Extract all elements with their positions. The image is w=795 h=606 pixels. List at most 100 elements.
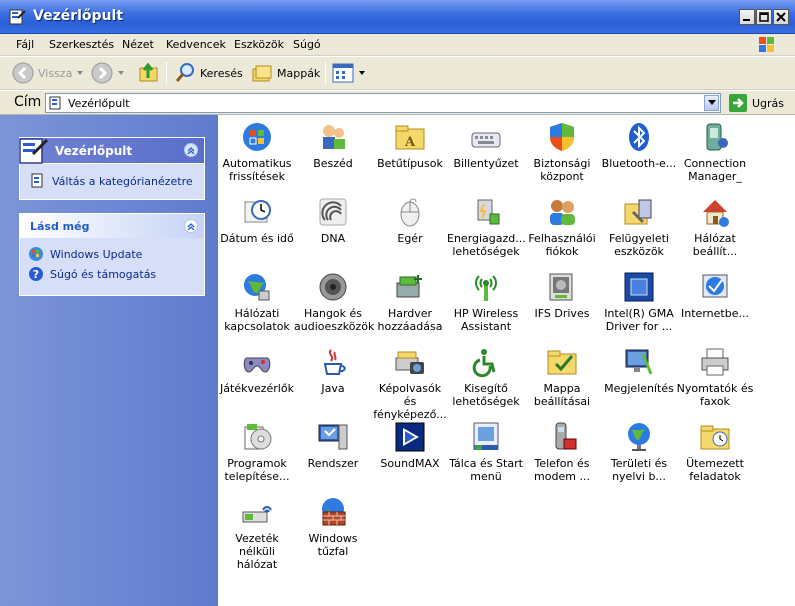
control-panel-item[interactable]: Kisegítő lehetőségek xyxy=(447,346,525,408)
control-panel-item[interactable]: IFS Drives xyxy=(523,271,601,320)
menu-help[interactable]: Súgó xyxy=(293,38,321,51)
control-panel-item[interactable]: Biztonsági központ xyxy=(523,121,601,183)
control-panel-item[interactable]: Intel(R) GMA Driver for ... xyxy=(600,271,678,333)
speech-icon xyxy=(323,125,345,149)
control-panel-item[interactable]: Connection Manager_ xyxy=(676,121,754,183)
chevron-up-icon xyxy=(187,223,195,230)
views-button[interactable] xyxy=(332,62,366,84)
control-panel-item[interactable]: HP Wireless Assistant xyxy=(447,271,525,333)
network-connections-icon xyxy=(244,274,270,301)
control-panel-item[interactable]: Nyomtatók és faxok xyxy=(676,346,754,408)
see-also-header[interactable]: Lásd még xyxy=(20,214,204,238)
item-label: Vezeték nélküli hálózat xyxy=(235,532,279,571)
item-label: Automatikus frissítések xyxy=(222,157,292,183)
control-panel-item[interactable]: Ütemezett feladatok xyxy=(676,421,754,483)
control-panel-icon xyxy=(19,138,49,164)
keyboard-icon xyxy=(471,132,501,148)
printer-icon xyxy=(701,348,729,376)
control-panel-item[interactable]: DNA xyxy=(294,196,372,245)
control-panel-item[interactable]: Képolvasók és fényképező... xyxy=(371,346,449,421)
regional-globe-icon xyxy=(628,423,650,451)
maximize-button[interactable] xyxy=(756,9,772,25)
item-label: Hálózati kapcsolatok xyxy=(224,307,290,333)
collapse-button[interactable] xyxy=(184,143,198,157)
control-panel-item[interactable]: Egér xyxy=(371,196,449,245)
dna-icon xyxy=(319,198,347,226)
control-panel-item[interactable]: A Betűtípusok xyxy=(371,121,449,170)
control-panel-item[interactable]: Területi és nyelvi b... xyxy=(600,421,678,483)
switch-to-category-view-link[interactable]: Váltás a kategórianézetre xyxy=(30,171,193,191)
accessibility-icon xyxy=(472,349,496,378)
intel-gma-icon xyxy=(624,272,654,302)
up-button[interactable] xyxy=(138,62,160,84)
toolbar-separator xyxy=(166,62,167,84)
folders-button[interactable]: Mappák xyxy=(251,62,320,84)
close-button[interactable] xyxy=(773,9,789,25)
menu-view[interactable]: Nézet xyxy=(122,38,154,51)
control-panel-icon xyxy=(31,173,43,188)
item-label: Intel(R) GMA Driver for ... xyxy=(604,307,674,333)
control-panel-item[interactable]: Hangok és audioeszközök xyxy=(294,271,374,333)
item-label: Bluetooth-e... xyxy=(601,157,677,170)
item-label: Billentyűzet xyxy=(453,157,519,170)
address-label: Cím xyxy=(14,94,42,110)
minimize-button[interactable] xyxy=(739,9,755,25)
power-options-icon xyxy=(477,199,500,225)
control-panel-item[interactable]: Tálca és Start menü xyxy=(447,421,525,483)
control-panel-item[interactable]: Programok telepítése... xyxy=(218,421,296,483)
forward-button[interactable] xyxy=(91,62,125,84)
collapse-button[interactable] xyxy=(184,219,198,233)
control-panel-item[interactable]: Játékvezérlők xyxy=(218,346,296,395)
item-label: Nyomtatók és faxok xyxy=(676,382,754,408)
chevron-up-icon xyxy=(187,147,195,154)
control-panel-item[interactable]: Rendszer xyxy=(294,421,372,470)
phone-modem-icon xyxy=(555,422,577,450)
menu-edit[interactable]: Szerkesztés xyxy=(49,38,114,51)
control-panel-item[interactable]: Megjelenítés xyxy=(600,346,678,395)
menu-tools[interactable]: Eszközök xyxy=(234,38,284,51)
go-label: Ugrás xyxy=(752,96,785,110)
search-button[interactable]: Keresés xyxy=(174,62,243,84)
item-label: Hálózat beállít... xyxy=(692,232,738,258)
windows-logo-icon xyxy=(759,37,774,52)
maximize-icon xyxy=(759,12,769,22)
control-panel-item[interactable]: Hálózati kapcsolatok xyxy=(218,271,296,333)
control-panel-item[interactable]: Dátum és idő xyxy=(218,196,296,245)
item-label: Windows tűzfal xyxy=(308,532,358,558)
control-panel-item[interactable]: Hardver hozzáadása xyxy=(371,271,449,333)
windows-update-link[interactable]: Windows Update xyxy=(28,244,196,264)
security-shield-icon xyxy=(550,123,574,151)
menu-file[interactable]: Fájl xyxy=(16,38,34,51)
item-label: Tálca és Start menü xyxy=(449,457,523,483)
control-panel-item[interactable]: Felügyeleti eszközök xyxy=(600,196,678,258)
bluetooth-icon xyxy=(629,123,649,151)
control-panel-item[interactable]: Billentyűzet xyxy=(447,121,525,170)
menu-favorites[interactable]: Kedvencek xyxy=(166,38,226,51)
control-panel-item[interactable]: SoundMAX xyxy=(371,421,449,470)
item-label: Rendszer xyxy=(307,457,359,470)
control-panel-item[interactable]: Mappa beállításai xyxy=(523,346,601,408)
address-dropdown-button[interactable] xyxy=(704,95,719,111)
help-support-link[interactable]: ? Súgó és támogatás xyxy=(28,264,196,284)
control-panel-item[interactable]: Java xyxy=(294,346,372,395)
gamepad-icon xyxy=(243,357,271,373)
control-panel-item[interactable]: Energiagazd... lehetőségek xyxy=(447,196,526,258)
control-panel-item[interactable]: Felhasználói fiókok xyxy=(523,196,601,258)
control-panel-item[interactable]: Vezeték nélküli hálózat xyxy=(218,496,296,571)
item-label: Játékvezérlők xyxy=(220,382,294,395)
control-panel-item[interactable]: Windows tűzfal xyxy=(294,496,372,558)
control-panel-item[interactable]: Telefon és modem ... xyxy=(523,421,601,483)
item-label: Egér xyxy=(397,232,423,245)
address-field[interactable]: Vezérlőpult xyxy=(45,93,721,113)
add-hardware-icon xyxy=(396,275,422,298)
control-panel-item[interactable]: Beszéd xyxy=(294,121,372,170)
go-button[interactable]: Ugrás xyxy=(729,94,784,112)
control-panel-item[interactable]: Internetbe... xyxy=(676,271,754,320)
item-label: Megjelenítés xyxy=(604,382,674,395)
control-panel-panel-header[interactable]: Vezérlőpult xyxy=(19,137,205,164)
back-button[interactable]: Vissza xyxy=(12,62,84,84)
control-panel-item[interactable]: Automatikus frissítések xyxy=(218,121,296,183)
control-panel-item[interactable]: Bluetooth-e... xyxy=(600,121,678,170)
item-label: SoundMAX xyxy=(380,457,440,470)
control-panel-item[interactable]: Hálózat beállít... xyxy=(676,196,754,258)
